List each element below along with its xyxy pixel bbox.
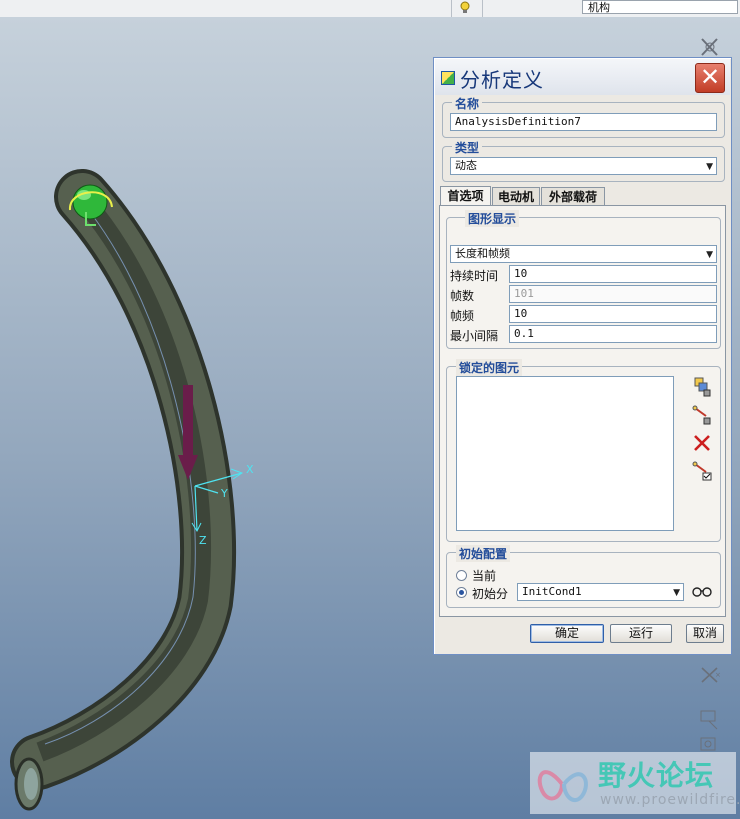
separator	[451, 0, 452, 17]
radio-current-label: 当前	[472, 569, 497, 583]
initial-condition-dropdown[interactable]: InitCond1 ▼	[517, 583, 684, 601]
servo-motor-icon[interactable]	[697, 35, 723, 59]
close-button[interactable]: ✕	[695, 63, 725, 93]
pipe-end-inner	[24, 768, 38, 800]
name-group-label: 名称	[452, 95, 483, 112]
glasses-icon[interactable]	[691, 584, 713, 598]
run-button[interactable]: 运行	[610, 624, 672, 643]
delete-icon[interactable]	[692, 432, 712, 454]
type-dropdown[interactable]: 动态 ▼	[450, 157, 717, 175]
svg-text:×: ×	[715, 671, 721, 679]
mode-selector[interactable]: 机构	[582, 0, 738, 14]
locked-entities-label: 锁定的图元	[456, 359, 523, 376]
initial-config-label: 初始配置	[456, 545, 511, 562]
min-interval-input[interactable]: 0.1	[509, 325, 717, 343]
separator	[482, 0, 483, 17]
type-group-label: 类型	[452, 139, 483, 156]
radio-initial-condition[interactable]	[456, 587, 467, 598]
display-mode-dropdown[interactable]: 长度和帧频 ▼	[450, 245, 717, 263]
gravity-arrow-shaft	[183, 385, 193, 457]
pipe-surface	[14, 173, 233, 786]
ok-button[interactable]: 确定	[530, 624, 604, 643]
top-status-strip: 机构	[0, 0, 740, 18]
tab-external-loads[interactable]: 外部载荷	[541, 187, 605, 206]
locked-entities-list[interactable]	[456, 376, 674, 531]
frame-rate-label: 帧频	[450, 309, 475, 323]
duration-label: 持续时间	[450, 269, 499, 283]
lock-connection-icon[interactable]	[692, 404, 712, 426]
lock-check-icon[interactable]	[692, 460, 712, 482]
watermark-site-name: 野火论坛	[598, 759, 715, 792]
chevron-down-icon: ▼	[673, 588, 680, 598]
dialog-title: 分析定义	[460, 68, 544, 92]
butterfly-logo-icon	[537, 770, 588, 803]
ball[interactable]	[72, 184, 108, 220]
cancel-button[interactable]: 取消	[686, 624, 724, 643]
frame-rate-input[interactable]: 10	[509, 305, 717, 323]
lightbulb-icon[interactable]	[459, 1, 471, 15]
frame-count-label: 帧数	[450, 289, 475, 303]
dialog-titlebar[interactable]: 分析定义 ✕	[435, 59, 730, 95]
display-mode-selected: 长度和帧频	[455, 247, 510, 260]
graphic-display-label: 图形显示	[465, 210, 520, 227]
axis-y-label: Y	[220, 487, 228, 500]
radio-initial-label: 初始分	[472, 587, 509, 601]
lock-body-icon[interactable]	[692, 376, 712, 398]
frame-count-input: 101	[509, 285, 717, 303]
duration-input[interactable]: 10	[509, 265, 717, 283]
min-interval-label: 最小间隔	[450, 329, 499, 343]
analysis-definition-dialog: 分析定义 ✕ 名称 AnalysisDefinition7 类型 动态 ▼ 首选…	[433, 57, 732, 655]
chevron-down-icon: ▼	[706, 162, 713, 172]
watermark-url: www.proewildfire.cn	[600, 792, 740, 808]
watermark: 野火论坛 www.proewildfire.cn	[530, 752, 740, 814]
type-selected-value: 动态	[455, 159, 477, 172]
body-definition-icon[interactable]	[697, 707, 723, 731]
initial-condition-selected: InitCond1	[522, 585, 582, 598]
dialog-app-icon	[441, 71, 455, 85]
tab-preferences[interactable]: 首选项	[440, 186, 491, 207]
axis-x-label: X	[246, 463, 254, 476]
radio-current[interactable]	[456, 570, 467, 581]
name-input[interactable]: AnalysisDefinition7	[450, 113, 717, 131]
axis-z-label: Z	[199, 534, 207, 547]
joint-axis-icon[interactable]: ×	[697, 663, 723, 687]
tab-motors[interactable]: 电动机	[492, 187, 540, 206]
chevron-down-icon: ▼	[706, 250, 713, 260]
